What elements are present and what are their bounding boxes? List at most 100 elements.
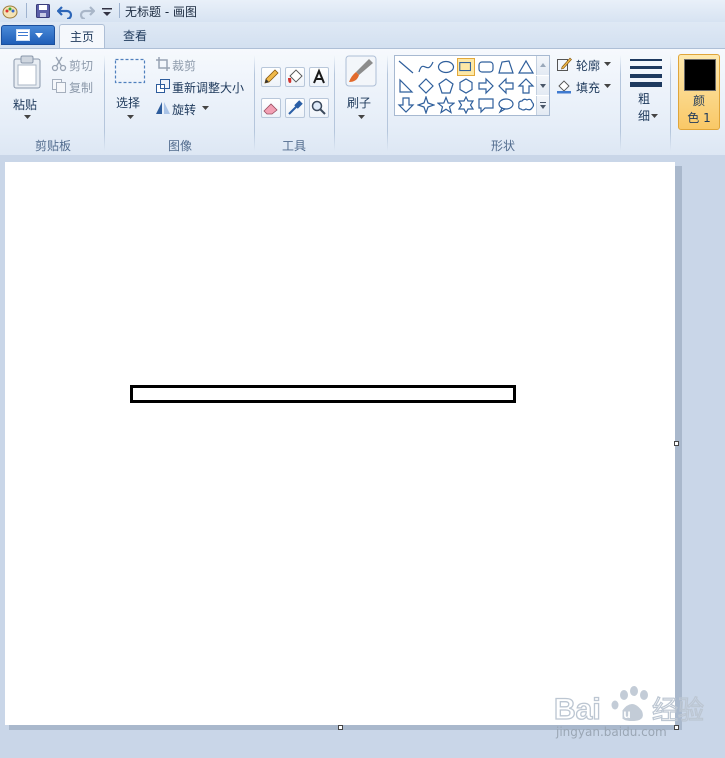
- text-tool-button[interactable]: [309, 67, 329, 87]
- shape-diamond-icon[interactable]: [417, 77, 435, 95]
- selection-marquee-icon: [114, 58, 146, 84]
- paste-label: 粘贴: [13, 98, 38, 112]
- gallery-scroll-up-button[interactable]: [536, 56, 549, 75]
- eyedropper-icon: [288, 100, 303, 115]
- canvas-workspace: [0, 155, 725, 758]
- crop-icon[interactable]: [155, 56, 171, 72]
- tab-view[interactable]: 查看: [114, 24, 156, 48]
- eraser-tool-button[interactable]: [261, 98, 281, 118]
- group-divider: [620, 55, 621, 151]
- chevron-down-icon: [35, 33, 43, 38]
- gallery-more-icon: [540, 102, 546, 109]
- shape-four-point-star-icon[interactable]: [416, 95, 436, 115]
- shape-five-point-star-icon[interactable]: [436, 95, 456, 114]
- fill-tool-button[interactable]: [285, 67, 305, 87]
- menu-document-icon: [16, 29, 30, 41]
- shape-polygon-icon[interactable]: [497, 58, 515, 76]
- watermark-url: jingyan.baidu.com: [556, 725, 667, 739]
- title-bar: 无标题 - 画图: [0, 0, 725, 23]
- chevron-down-icon: [127, 115, 134, 119]
- shape-curve-icon[interactable]: [417, 58, 435, 76]
- baidu-jingyan-watermark: Bai du 经验 jingyan.baidu.com: [552, 683, 722, 743]
- toolbar-separator: [26, 3, 27, 18]
- copy-icon[interactable]: [51, 78, 67, 94]
- eraser-icon: [263, 103, 278, 115]
- pencil-tool-button[interactable]: [261, 67, 281, 87]
- drawing-canvas[interactable]: [5, 162, 675, 725]
- paint-menu-button[interactable]: [1, 25, 55, 45]
- brush-icon: [345, 55, 377, 87]
- paste-button[interactable]: 粘贴: [8, 53, 46, 127]
- chevron-down-icon: [24, 115, 31, 119]
- shape-hexagon-icon[interactable]: [457, 77, 475, 95]
- shape-pentagon-icon[interactable]: [437, 77, 455, 95]
- chevron-up-icon: [540, 63, 546, 67]
- size-label: 粗 细: [638, 92, 651, 123]
- outline-label[interactable]: 轮廓: [576, 57, 600, 74]
- color-picker-tool-button[interactable]: [285, 98, 305, 118]
- baidu-jingyan-logo: Bai du 经验: [553, 686, 705, 725]
- drawn-rectangle-shape[interactable]: [130, 385, 516, 403]
- redo-icon[interactable]: [79, 3, 95, 19]
- shape-cloud-callout-icon[interactable]: [517, 96, 535, 114]
- cut-label[interactable]: 剪切: [69, 57, 93, 74]
- ribbon-home-panel: 粘贴 剪切 复制 剪贴板 选择 裁剪 重新调整大小 旋转 图像 工具 刷子 轮廓…: [0, 48, 725, 156]
- text-a-icon: [313, 68, 325, 84]
- shape-oval-callout-icon[interactable]: [497, 96, 515, 114]
- shape-right-arrow-icon[interactable]: [477, 77, 495, 95]
- color1-button[interactable]: 颜 色 1: [678, 54, 720, 130]
- rotate-icon[interactable]: [155, 100, 171, 116]
- paint-bucket-icon: [288, 69, 303, 83]
- group-divider: [670, 55, 671, 151]
- group-divider: [334, 55, 335, 151]
- chevron-down-icon[interactable]: [604, 84, 611, 88]
- brushes-button[interactable]: 刷子: [342, 53, 380, 127]
- magnifier-icon: [311, 100, 326, 115]
- undo-icon[interactable]: [57, 3, 73, 19]
- chevron-down-icon[interactable]: [604, 62, 611, 66]
- shape-six-point-star-icon[interactable]: [457, 95, 475, 115]
- tab-home[interactable]: 主页: [59, 24, 105, 48]
- outline-pencil-icon[interactable]: [556, 56, 572, 72]
- shapes-gallery: [394, 55, 550, 116]
- shape-left-arrow-icon[interactable]: [497, 77, 515, 95]
- canvas-resize-handle-bottom[interactable]: [338, 725, 343, 730]
- resize-icon[interactable]: [155, 78, 171, 94]
- svg-text:du: du: [616, 707, 631, 721]
- shape-rectangle-icon[interactable]: [457, 58, 475, 76]
- paste-clipboard-icon: [13, 55, 41, 89]
- shape-line-icon[interactable]: [397, 58, 415, 76]
- gallery-scroll-down-button[interactable]: [536, 76, 549, 95]
- gallery-expand-button[interactable]: [536, 96, 549, 115]
- pencil-icon: [264, 69, 279, 84]
- shape-up-arrow-icon[interactable]: [517, 77, 535, 95]
- clipboard-group-label: 剪贴板: [34, 139, 71, 153]
- chevron-down-icon: [651, 114, 658, 118]
- scissors-icon[interactable]: [51, 56, 67, 72]
- shape-rounded-rectangle-icon[interactable]: [477, 58, 495, 76]
- save-icon[interactable]: [35, 3, 51, 19]
- svg-text:Bai: Bai: [554, 693, 601, 725]
- customize-quick-access-icon[interactable]: [99, 3, 115, 19]
- shape-triangle-icon[interactable]: [517, 58, 535, 76]
- group-divider: [387, 55, 388, 151]
- canvas-resize-handle-right[interactable]: [674, 441, 679, 446]
- image-group-label: 图像: [167, 139, 192, 153]
- rotate-label[interactable]: 旋转: [172, 101, 196, 118]
- shape-oval-icon[interactable]: [437, 58, 455, 76]
- copy-label[interactable]: 复制: [69, 79, 93, 96]
- paint-app-icon[interactable]: [2, 3, 18, 19]
- shape-down-arrow-icon[interactable]: [397, 96, 415, 114]
- fill-bucket-icon[interactable]: [556, 78, 572, 94]
- size-button[interactable]: 粗 细: [627, 53, 665, 131]
- fill-label[interactable]: 填充: [576, 79, 600, 96]
- select-button[interactable]: 选择: [111, 53, 149, 127]
- resize-label[interactable]: 重新调整大小: [172, 79, 244, 96]
- chevron-down-icon[interactable]: [202, 106, 209, 110]
- crop-label[interactable]: 裁剪: [172, 57, 196, 74]
- chevron-down-icon: [540, 84, 546, 88]
- shape-right-triangle-icon[interactable]: [397, 77, 415, 95]
- magnifier-tool-button[interactable]: [309, 98, 329, 118]
- shape-rect-callout-icon[interactable]: [477, 96, 495, 114]
- color1-swatch: [684, 59, 716, 91]
